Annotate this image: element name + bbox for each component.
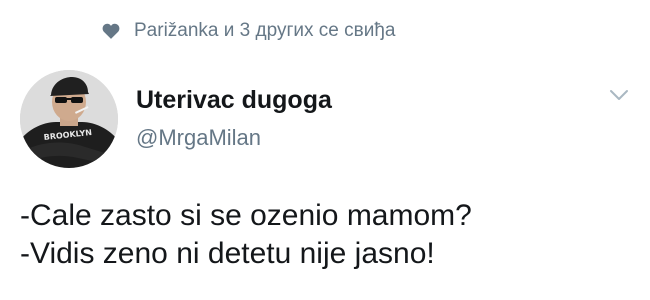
social-context: Parižanka и 3 других се свиђа [102, 18, 395, 44]
tweet-line: -Vidis zeno ni detetu nije jasno! [20, 237, 435, 270]
tweet-text: -Cale zasto si se ozenio mamom? -Vidis z… [20, 197, 640, 273]
author-display-name[interactable]: Uterivac dugoga [136, 85, 332, 115]
avatar[interactable]: BROOKLYN [20, 70, 118, 168]
author-handle[interactable]: @MrgaMilan [136, 124, 261, 152]
liked-by-text[interactable]: Parižanka и 3 других се свиђа [134, 18, 395, 44]
tweet-line: -Cale zasto si se ozenio mamom? [20, 199, 472, 232]
heart-icon [102, 23, 120, 39]
chevron-down-icon[interactable] [607, 85, 631, 105]
